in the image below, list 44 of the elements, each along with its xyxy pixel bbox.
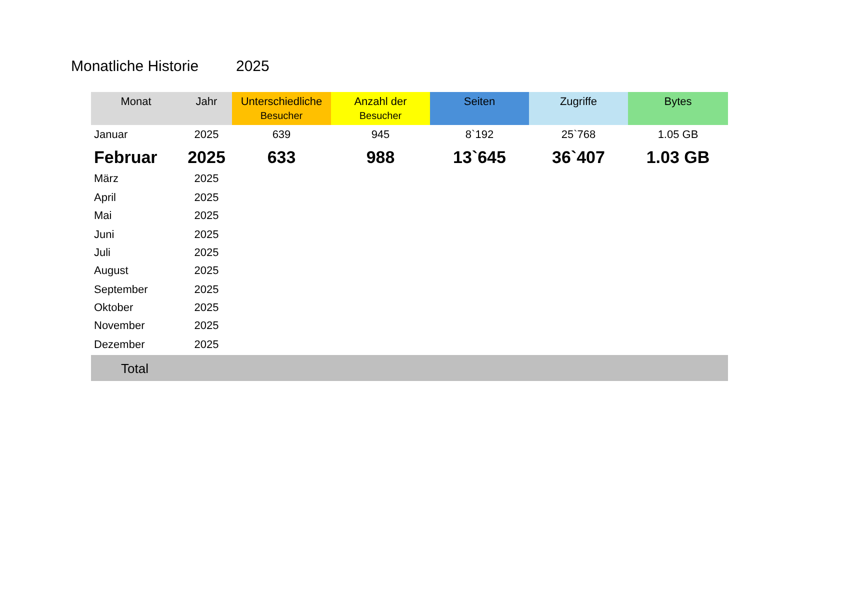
table-cell: 2025 xyxy=(194,210,219,222)
table-cell: 2025 xyxy=(194,338,219,351)
total-label: Total xyxy=(121,360,148,378)
table-cell: September xyxy=(94,284,148,296)
table-cell: 2025 xyxy=(188,148,226,167)
table-cell: August xyxy=(94,265,128,278)
table-cell: Mai xyxy=(94,210,112,222)
table-cell: Dezember xyxy=(94,338,145,351)
table-cell: 2025 xyxy=(194,302,219,314)
column-header: Jahr xyxy=(181,92,232,125)
table-cell: 633 xyxy=(267,148,296,167)
table-cell: 2025 xyxy=(194,284,219,296)
column-header: Monat xyxy=(91,92,181,125)
table-cell: 2025 xyxy=(194,265,219,278)
table-cell: 2025 xyxy=(194,320,219,332)
table-cell: 36`407 xyxy=(552,148,605,167)
column-header: Bytes xyxy=(628,92,728,125)
table-cell: 2025 xyxy=(194,192,219,204)
table-cell: 2025 xyxy=(194,128,219,141)
table-cell: 8`192 xyxy=(465,128,494,141)
table-cell: 2025 xyxy=(194,246,219,259)
table-cell: 988 xyxy=(366,148,395,167)
table-cell: Juni xyxy=(94,228,114,240)
table-cell: 1.05 GB xyxy=(658,128,698,141)
table-cell: 2025 xyxy=(194,228,219,240)
column-header: Zugriffe xyxy=(529,92,628,125)
table-cell: Juli xyxy=(94,246,111,259)
table-cell: 639 xyxy=(272,128,291,141)
table-cell: 1.03 GB xyxy=(646,148,710,167)
table-cell: April xyxy=(94,192,116,204)
table-cell: November xyxy=(94,320,145,332)
table-cell: Oktober xyxy=(94,302,134,314)
table-cell: 945 xyxy=(371,128,390,141)
table-cell: März xyxy=(94,173,118,186)
table-cell: 13`645 xyxy=(453,148,506,167)
year-label: 2025 xyxy=(236,58,270,76)
table-cell: 2025 xyxy=(194,173,219,186)
column-header: Seiten xyxy=(430,92,529,125)
column-header: Anzahl der Besucher xyxy=(331,92,430,125)
table-cell: Februar xyxy=(94,148,158,167)
column-header: Unterschiedliche Besucher xyxy=(232,92,331,125)
table-cell: 25`768 xyxy=(561,128,596,141)
page-title: Monatliche Historie xyxy=(71,58,200,76)
table-cell: Januar xyxy=(94,128,128,141)
